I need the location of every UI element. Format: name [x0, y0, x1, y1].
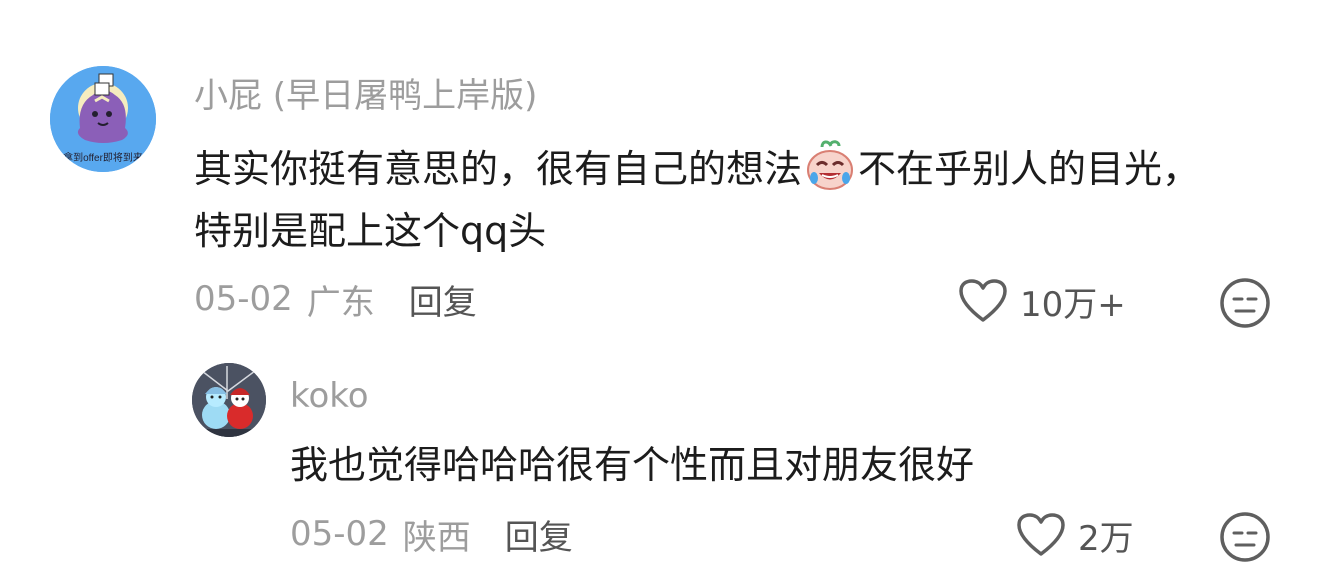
comment-location: 广东: [306, 282, 375, 323]
like-count: 10万+: [1020, 284, 1126, 325]
unamused-face-icon[interactable]: [1218, 276, 1272, 330]
heart-outline-icon: [1017, 513, 1065, 556]
comment-content: 其实你挺有意思的，很有自己的想法 不在乎别人的目光，特别是配上这个qq头: [194, 138, 1234, 262]
reply-button[interactable]: 回复: [409, 275, 477, 324]
avatar-image: 拿到offer即将到来: [50, 66, 156, 172]
reply-like-button[interactable]: 2万: [1016, 508, 1134, 562]
comment-text-part1: 其实你挺有意思的，很有自己的想法: [194, 147, 803, 191]
crying-laughing-emoji-icon: [807, 140, 854, 190]
like-button[interactable]: 10万+: [958, 274, 1126, 328]
reply-username[interactable]: koko: [290, 372, 369, 420]
comment-avatar[interactable]: 拿到offer即将到来: [50, 66, 156, 172]
reply-avatar[interactable]: [192, 363, 266, 437]
reply-reply-button[interactable]: 回复: [505, 510, 573, 559]
snowman-dolls-photo-icon: [192, 363, 266, 437]
heart-outline-icon: [959, 279, 1007, 322]
comment-username[interactable]: 小屁 (早日屠鸭上岸版): [194, 72, 537, 120]
reply-content: 我也觉得哈哈哈很有个性而且对朋友很好: [290, 443, 975, 487]
reply-location: 陕西: [402, 517, 471, 558]
reply-meta: 05-02 陕西 回复: [290, 509, 573, 559]
avatar-caption: 拿到offer即将到来: [63, 151, 143, 164]
comment-meta: 05-02 广东 回复: [194, 274, 477, 324]
reply-like-count: 2万: [1078, 518, 1134, 559]
reply-date: 05-02: [290, 514, 389, 554]
unamused-face-icon[interactable]: [1218, 510, 1272, 564]
comment-date: 05-02: [194, 279, 293, 319]
